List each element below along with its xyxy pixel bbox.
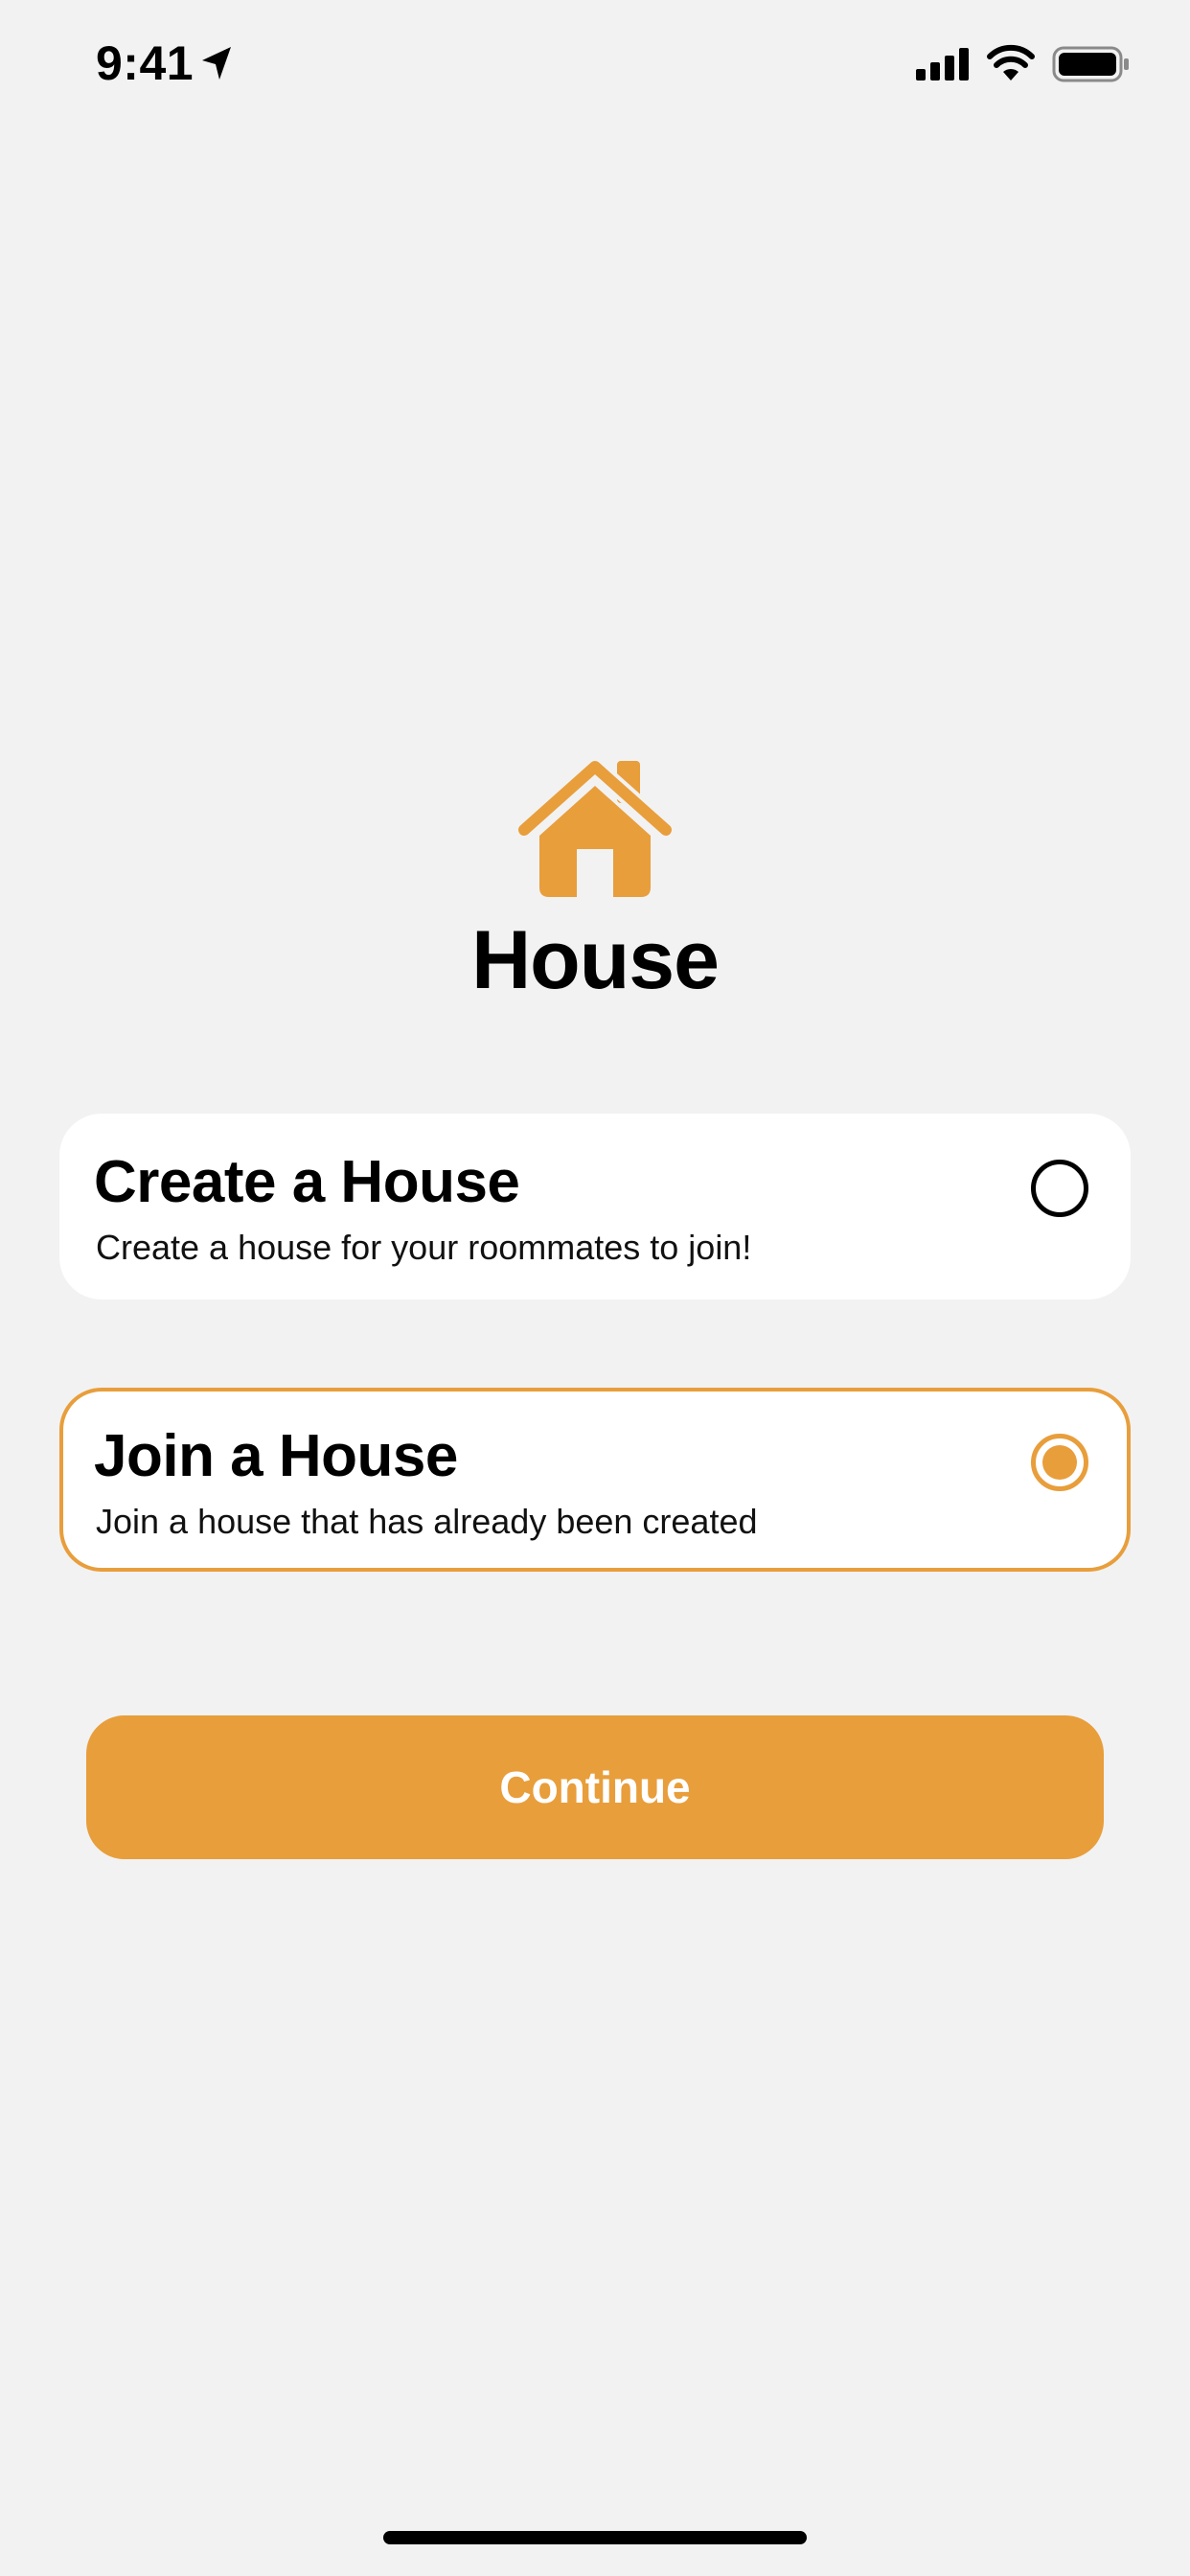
option-description: Create a house for your roommates to joi… bbox=[96, 1228, 752, 1267]
option-title: Create a House bbox=[94, 1149, 520, 1215]
page-title: House bbox=[471, 914, 720, 1006]
wifi-icon bbox=[987, 44, 1035, 80]
option-description: Join a house that has already been creat… bbox=[96, 1502, 758, 1541]
radio-selected-dot bbox=[1042, 1445, 1077, 1480]
create-house-option[interactable]: Create a House Create a house for your r… bbox=[59, 1114, 1131, 1300]
status-time: 9:41 bbox=[96, 36, 195, 90]
home-indicator[interactable] bbox=[383, 2531, 807, 2544]
house-icon bbox=[518, 757, 672, 897]
create-house-radio[interactable] bbox=[1031, 1160, 1088, 1217]
join-house-radio[interactable] bbox=[1031, 1434, 1088, 1491]
option-title: Join a House bbox=[94, 1423, 458, 1489]
battery-icon bbox=[1052, 46, 1129, 82]
location-arrow-icon bbox=[202, 47, 231, 80]
cellular-signal-icon bbox=[916, 48, 969, 80]
status-bar: 9:41 bbox=[0, 0, 1190, 126]
join-house-option[interactable]: Join a House Join a house that has alrea… bbox=[59, 1388, 1131, 1572]
continue-button[interactable]: Continue bbox=[86, 1715, 1104, 1859]
